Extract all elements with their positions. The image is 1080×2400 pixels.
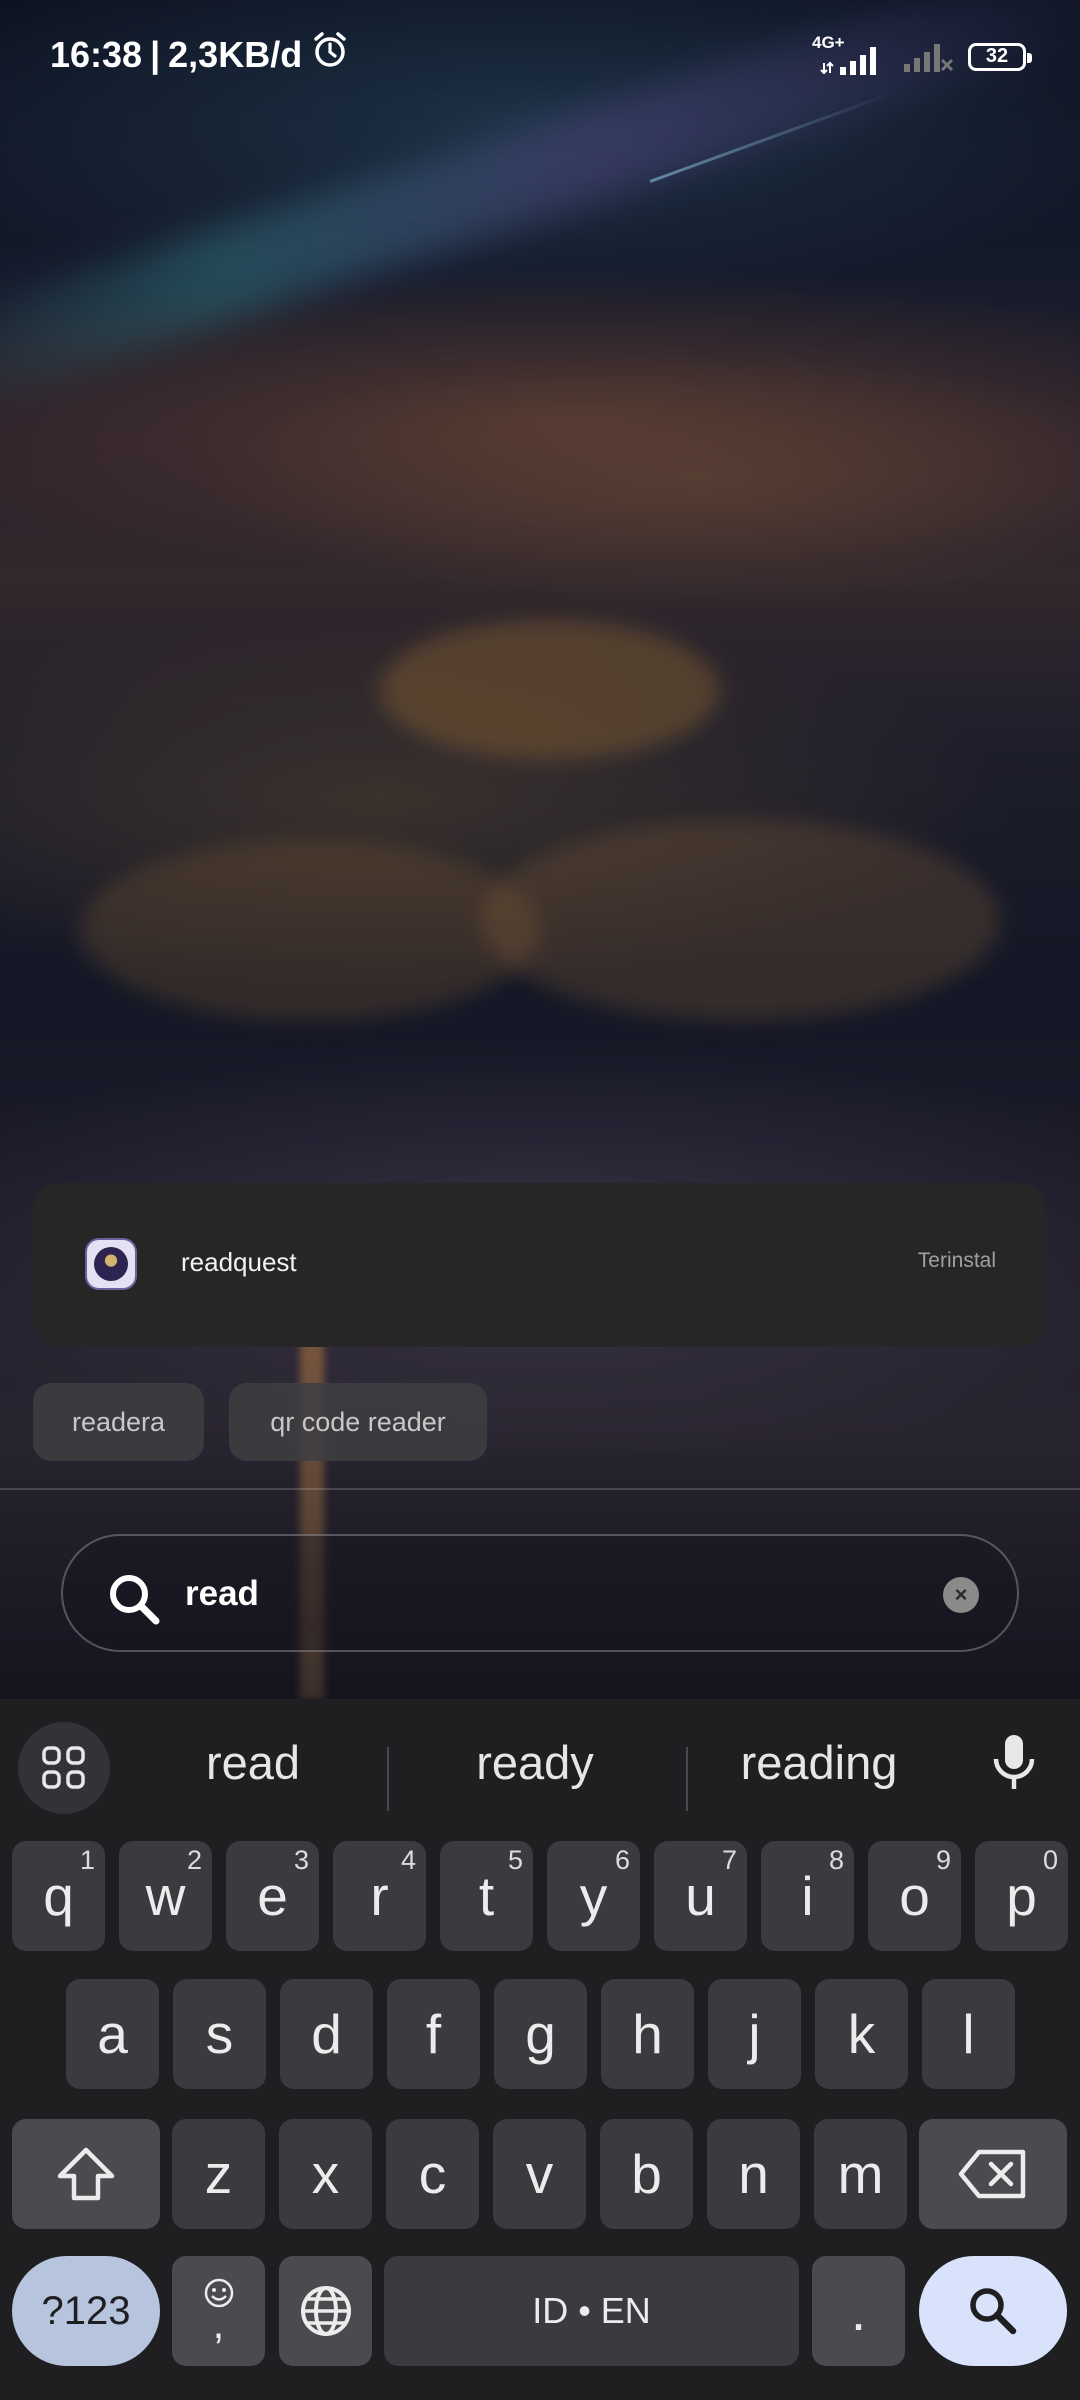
shift-key[interactable] <box>12 2119 160 2229</box>
battery-icon: 32 <box>968 42 1032 71</box>
app-name: readquest <box>181 1247 297 1277</box>
alarm-icon <box>310 30 350 79</box>
key-b[interactable]: b <box>600 2119 693 2229</box>
key-number-hint: 8 <box>828 1845 844 1875</box>
signal-no-service-icon <box>902 34 954 79</box>
key-i[interactable]: i8 <box>761 1841 854 1951</box>
globe-icon <box>300 2286 351 2336</box>
key-y[interactable]: y6 <box>547 1841 640 1951</box>
key-label: u <box>685 1865 716 1927</box>
key-r[interactable]: r4 <box>333 1841 426 1951</box>
key-f[interactable]: f <box>387 1979 480 2089</box>
signal-icon: 4G+ <box>812 33 888 77</box>
clear-search-button[interactable]: × <box>943 1577 979 1613</box>
key-number-hint: 7 <box>721 1845 737 1875</box>
key-w[interactable]: w2 <box>119 1841 212 1951</box>
key-s[interactable]: s <box>173 1979 266 2089</box>
key-h[interactable]: h <box>601 1979 694 2089</box>
word-suggestion[interactable]: reading <box>684 1735 954 1790</box>
search-icon <box>107 1572 161 1631</box>
search-bar[interactable]: read × <box>61 1534 1019 1652</box>
key-e[interactable]: e3 <box>226 1841 319 1951</box>
status-bar: 16:38 | 2,3KB/d 4G+ 32 <box>0 0 1080 110</box>
symbols-key[interactable]: ?123 <box>12 2256 160 2366</box>
key-o[interactable]: o9 <box>868 1841 961 1951</box>
keyboard-apps-button[interactable] <box>18 1722 110 1814</box>
suggestion-chip-readera[interactable]: readera <box>33 1383 204 1461</box>
key-v[interactable]: v <box>493 2119 586 2229</box>
space-key[interactable]: ID • EN <box>384 2256 799 2366</box>
key-m[interactable]: m <box>814 2119 907 2229</box>
key-p[interactable]: p0 <box>975 1841 1068 1951</box>
divider <box>0 1488 1080 1490</box>
key-label: y <box>579 1865 608 1927</box>
key-label: w <box>145 1865 186 1927</box>
key-number-hint: 5 <box>507 1845 523 1875</box>
comma-label: , <box>212 2300 225 2347</box>
backspace-icon <box>958 2149 1026 2199</box>
key-j[interactable]: j <box>708 1979 801 2089</box>
key-l[interactable]: l <box>922 1979 1015 2089</box>
search-icon <box>970 2288 1017 2335</box>
key-a[interactable]: a <box>66 1979 159 2089</box>
key-label: q <box>43 1865 74 1927</box>
app-emblem-icon <box>94 1247 128 1281</box>
key-number-hint: 2 <box>186 1845 202 1875</box>
word-suggestion[interactable]: ready <box>400 1735 670 1790</box>
data-rate: 2,3KB/d <box>168 33 303 75</box>
suggestion-chip-qr-code-reader[interactable]: qr code reader <box>229 1383 487 1461</box>
backspace-key[interactable] <box>919 2119 1067 2229</box>
key-label: t <box>478 1865 495 1927</box>
status-left: 16:38 | 2,3KB/d <box>50 30 350 79</box>
key-number-hint: 6 <box>614 1845 630 1875</box>
microphone-icon[interactable] <box>988 1731 1040 1800</box>
period-key[interactable]: . <box>812 2256 905 2366</box>
status-right: 4G+ 32 <box>812 33 1032 79</box>
key-number-hint: 9 <box>935 1845 951 1875</box>
grid-icon <box>42 1746 85 1789</box>
search-action-key[interactable] <box>919 2256 1067 2366</box>
key-k[interactable]: k <box>815 1979 908 2089</box>
key-number-hint: 3 <box>293 1845 309 1875</box>
install-status: Terinstal <box>917 1249 996 1272</box>
key-q[interactable]: q1 <box>12 1841 105 1951</box>
key-label: p <box>1006 1865 1037 1927</box>
key-label: i <box>801 1865 814 1927</box>
key-label: e <box>257 1865 288 1927</box>
key-c[interactable]: c <box>386 2119 479 2229</box>
clock: 16:38 <box>50 33 143 75</box>
key-z[interactable]: z <box>172 2119 265 2229</box>
key-number-hint: 4 <box>400 1845 416 1875</box>
key-n[interactable]: n <box>707 2119 800 2229</box>
language-key[interactable] <box>279 2256 372 2366</box>
readquest-app-icon <box>85 1238 137 1290</box>
status-separator: | <box>150 33 161 75</box>
key-g[interactable]: g <box>494 1979 587 2089</box>
keyboard: read ready reading q1w2e3r4t5y6u7i8o9p0 … <box>0 1699 1080 2400</box>
shift-arrow-icon <box>57 2147 115 2201</box>
key-label: r <box>370 1865 389 1927</box>
key-t[interactable]: t5 <box>440 1841 533 1951</box>
key-x[interactable]: x <box>279 2119 372 2229</box>
word-suggestion[interactable]: read <box>118 1735 388 1790</box>
key-number-hint: 0 <box>1042 1845 1058 1875</box>
emoji-comma-key[interactable]: , <box>172 2256 265 2366</box>
key-d[interactable]: d <box>280 1979 373 2089</box>
suggestion-divider <box>387 1747 389 1811</box>
key-label: o <box>899 1865 930 1927</box>
search-input[interactable]: read <box>185 1574 259 1614</box>
app-result-readquest[interactable]: readquest Terinstal <box>33 1183 1046 1347</box>
key-number-hint: 1 <box>79 1845 95 1875</box>
key-u[interactable]: u7 <box>654 1841 747 1951</box>
